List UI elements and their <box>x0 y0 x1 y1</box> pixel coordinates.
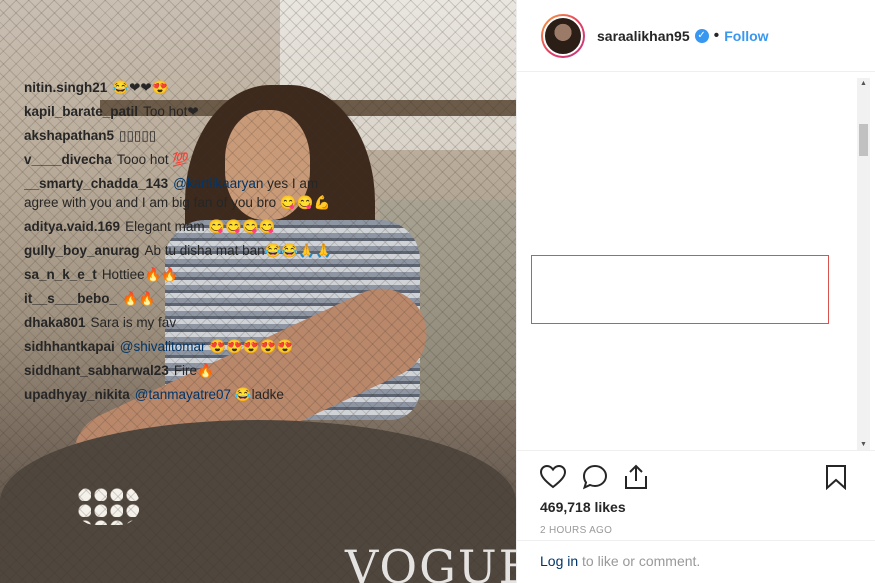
avatar-image <box>543 15 583 56</box>
comment-item: dhaka801 Sara is my fav <box>24 313 334 332</box>
post-header: saraalikhan95 ✓ • Follow <box>517 0 875 72</box>
comment-text: Fire🔥 <box>173 363 214 378</box>
comment-text: 🔥🔥 <box>122 291 156 306</box>
action-icons <box>540 459 859 495</box>
comment-item: sidhhantkapai @shivalitomar 😍😍😍😍😍 <box>24 337 334 356</box>
comment-item: v____divecha Tooo hot 💯 <box>24 150 334 169</box>
comment-user[interactable]: siddhant_sabharwal23 <box>24 363 169 378</box>
highlight-box <box>531 255 829 324</box>
comment-item: kapil_barate_patil Too hot❤ <box>24 102 334 121</box>
comment-mention[interactable]: @shivalitomar <box>120 339 206 354</box>
comment-user[interactable]: sidhhantkapai <box>24 339 115 354</box>
login-text: to like or comment. <box>578 553 701 569</box>
verified-badge-icon: ✓ <box>694 28 709 43</box>
scroll-down-icon[interactable]: ▼ <box>859 441 868 448</box>
share-icon[interactable] <box>624 464 648 490</box>
comment-user[interactable]: aditya.vaid.169 <box>24 219 120 234</box>
follow-button[interactable]: Follow <box>724 28 768 44</box>
comment-item: siddhant_sabharwal23 Fire🔥 <box>24 361 334 380</box>
comment-item: upadhyay_nikita @tanmayatre07 😂ladke <box>24 385 334 404</box>
comment-user[interactable]: gully_boy_anurag <box>24 243 140 258</box>
comments-list[interactable]: nitin.singh21 😂❤❤😍 kapil_barate_patil Too … <box>24 78 334 450</box>
comment-item: gully_boy_anurag Ab tu disha mat ban😂😂🙏🙏 <box>24 241 334 260</box>
comments-scrollbar[interactable]: ▲ ▼ <box>857 78 870 450</box>
comment-text: 😍😍😍😍😍 <box>205 339 294 354</box>
comment-user[interactable]: akshapathan5 <box>24 128 114 143</box>
likes-count[interactable]: 469,718 likes <box>540 499 859 515</box>
comment-user[interactable]: nitin.singh21 <box>24 80 107 95</box>
comment-icon[interactable] <box>582 464 608 490</box>
comment-text: Ab tu disha mat ban😂😂🙏🙏 <box>144 243 332 258</box>
avatar[interactable] <box>541 13 585 58</box>
vogue-watermark: VOGUE <box>345 540 516 583</box>
comment-text: Sara is my fav <box>90 315 177 330</box>
comment-item: sa_n_k_e_t Hottiee🔥🔥 <box>24 265 334 284</box>
comment-text: 😂❤❤😍 <box>112 80 169 95</box>
heart-icon[interactable] <box>540 465 566 489</box>
comment-user[interactable]: it__s___bebo_ <box>24 291 117 306</box>
comment-text: 😂ladke <box>231 387 284 402</box>
login-prompt: Log in to like or comment. <box>516 540 875 583</box>
post-timestamp: 2 hours ago <box>540 525 613 536</box>
scrollbar-thumb[interactable] <box>859 124 868 156</box>
comment-text: Hottiee🔥🔥 <box>101 267 179 282</box>
login-link[interactable]: Log in <box>540 553 578 569</box>
comment-item: it__s___bebo_ 🔥🔥 <box>24 289 334 308</box>
comment-user[interactable]: kapil_barate_patil <box>24 104 138 119</box>
comment-mention[interactable]: @kartiikaaryan <box>173 176 263 191</box>
comment-item: __smarty_chadda_143 @kartiikaaryan yes I … <box>24 174 334 212</box>
comment-item: aditya.vaid.169 Elegant mam 😋😋😋😋 <box>24 217 334 236</box>
comment-user[interactable]: v____divecha <box>24 152 112 167</box>
comment-user[interactable]: sa_n_k_e_t <box>24 267 97 282</box>
post-actions: 469,718 likes 2 hours ago <box>516 450 875 536</box>
separator-dot: • <box>713 26 720 44</box>
comment-text: Tooo hot 💯 <box>116 152 190 167</box>
comment-user[interactable]: upadhyay_nikita <box>24 387 130 402</box>
comment-user[interactable]: __smarty_chadda_143 <box>24 176 168 191</box>
account-username[interactable]: saraalikhan95 <box>597 28 690 44</box>
comment-text: Elegant mam 😋😋😋😋 <box>125 219 276 234</box>
comment-item: akshapathan5 ▯▯▯▯▯ <box>24 126 334 145</box>
comment-mention[interactable]: @tanmayatre07 <box>135 387 231 402</box>
comment-text: ▯▯▯▯▯ <box>119 128 157 143</box>
bookmark-icon[interactable] <box>825 464 847 490</box>
scroll-up-icon[interactable]: ▲ <box>859 80 868 87</box>
comment-text: Too hot❤ <box>143 104 199 119</box>
comment-user[interactable]: dhaka801 <box>24 315 86 330</box>
comment-item: nitin.singh21 😂❤❤😍 <box>24 78 334 97</box>
